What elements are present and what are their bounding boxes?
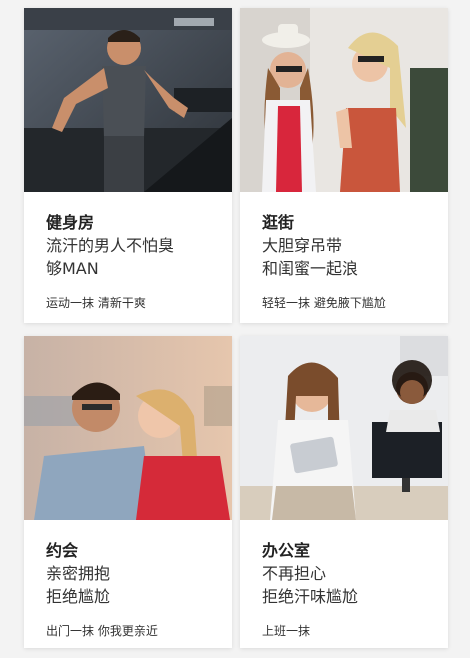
card-text: 健身房 流汗的男人不怕臭 够MAN xyxy=(46,212,222,280)
card-tagline: 出门一抹 你我更亲近 xyxy=(46,624,158,638)
card-text: 约会 亲密拥抱 拒绝尴尬 xyxy=(46,540,222,608)
card-title: 约会 xyxy=(46,541,79,560)
office-photo xyxy=(240,336,448,520)
card-text: 办公室 不再担心 拒绝汗味尴尬 xyxy=(262,540,438,608)
card-title: 办公室 xyxy=(262,541,311,560)
scenario-grid: 健身房 流汗的男人不怕臭 够MAN 运动一抹 清新干爽 逛街 大胆穿吊带 和闺蜜… xyxy=(0,0,470,658)
card-desc-line: 和闺蜜一起浪 xyxy=(262,259,359,278)
card-desc-line: 够MAN xyxy=(46,259,99,278)
scenario-card-gym[interactable]: 健身房 流汗的男人不怕臭 够MAN 运动一抹 清新干爽 xyxy=(24,8,232,323)
card-tagline: 运动一抹 清新干爽 xyxy=(46,296,146,310)
date-photo xyxy=(24,336,232,520)
shopping-photo xyxy=(240,8,448,192)
card-text: 逛街 大胆穿吊带 和闺蜜一起浪 xyxy=(262,212,438,280)
card-tagline: 上班一抹 xyxy=(262,624,311,638)
card-desc-line: 拒绝汗味尴尬 xyxy=(262,587,359,606)
card-desc-line: 亲密拥抱 xyxy=(46,564,111,583)
scenario-card-shopping[interactable]: 逛街 大胆穿吊带 和闺蜜一起浪 轻轻一抹 避免腋下尴尬 xyxy=(240,8,448,323)
gym-photo xyxy=(24,8,232,192)
scenario-card-office[interactable]: 办公室 不再担心 拒绝汗味尴尬 上班一抹 xyxy=(240,336,448,648)
scenario-card-date[interactable]: 约会 亲密拥抱 拒绝尴尬 出门一抹 你我更亲近 xyxy=(24,336,232,648)
card-desc-line: 拒绝尴尬 xyxy=(46,587,111,606)
card-desc-line: 不再担心 xyxy=(262,564,327,583)
card-title: 逛街 xyxy=(262,213,295,232)
card-desc-line: 大胆穿吊带 xyxy=(262,236,343,255)
card-desc-line: 流汗的男人不怕臭 xyxy=(46,236,175,255)
card-title: 健身房 xyxy=(46,213,95,232)
card-tagline: 轻轻一抹 避免腋下尴尬 xyxy=(262,296,386,310)
